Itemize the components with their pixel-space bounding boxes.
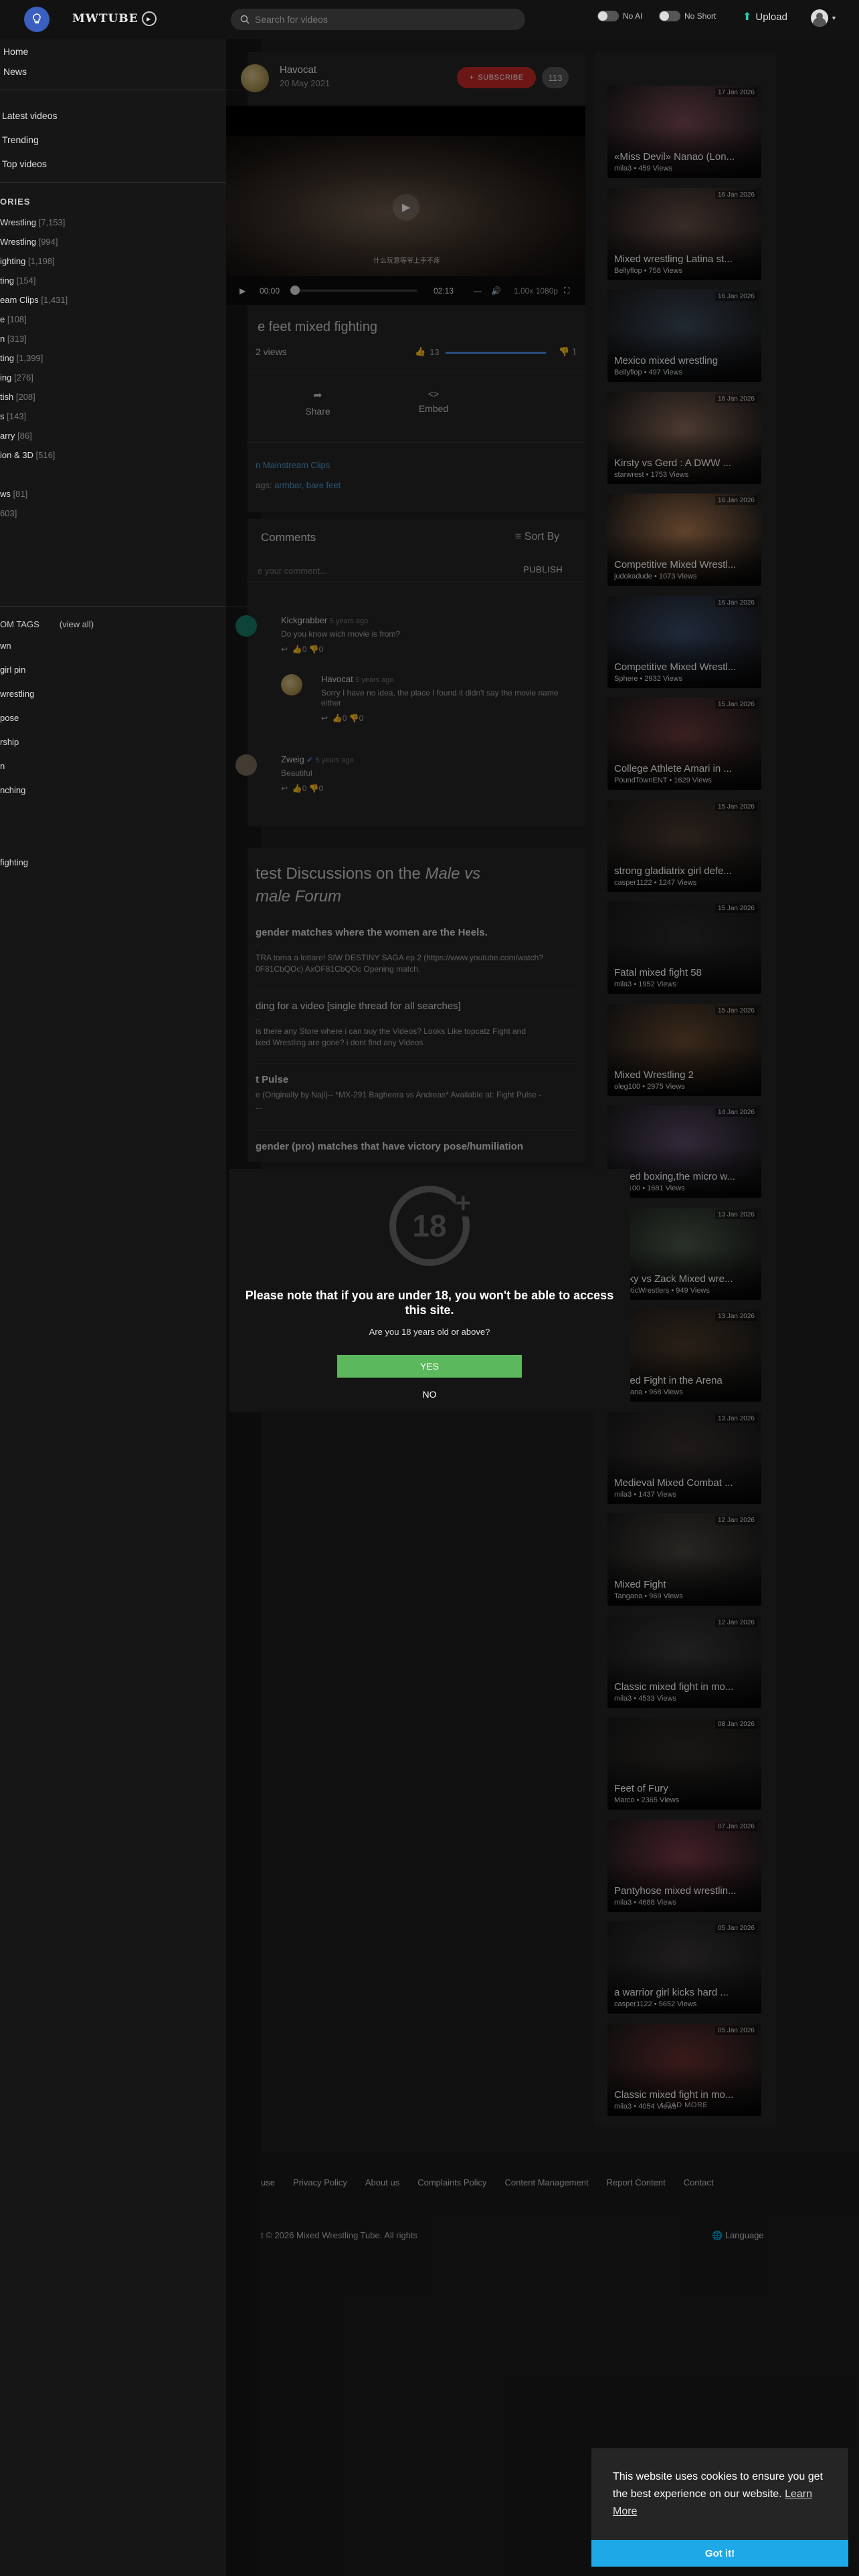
- tags-heading-text: OM TAGS: [0, 619, 39, 629]
- search-icon: [240, 15, 250, 24]
- category-count: [313]: [7, 334, 27, 344]
- category-count: [1,399]: [16, 353, 43, 363]
- category-label: ing: [0, 372, 12, 383]
- age-gate-dialog: 18 + Please note that if you are under 18…: [229, 1169, 630, 1412]
- upload-icon: ⬆: [743, 11, 752, 23]
- logo-play-icon: ▶: [141, 11, 157, 26]
- top-bar: MWTUBE▶ No AI No Short ⬆Upload ▼: [0, 0, 859, 39]
- category-count: [143]: [7, 411, 27, 421]
- sidebar-tag[interactable]: fighting: [0, 857, 28, 867]
- category-label: eam Clips: [0, 295, 39, 305]
- toggle-switch[interactable]: [659, 11, 680, 21]
- age-gate-message: Please note that if you are under 18, yo…: [245, 1289, 614, 1317]
- menu-button[interactable]: [24, 7, 50, 32]
- category-count: [208]: [15, 392, 35, 402]
- search-input[interactable]: [255, 14, 509, 25]
- chevron-down-icon: ▼: [831, 15, 837, 21]
- toggle-label: No AI: [623, 11, 643, 21]
- sidebar-tag[interactable]: nching: [0, 785, 25, 795]
- age-18-badge-icon: 18 +: [389, 1186, 471, 1266]
- sidebar-category[interactable]: eam Clips [1,431]: [0, 295, 68, 305]
- sidebar-category[interactable]: Wrestling [994]: [0, 237, 58, 247]
- sidebar-category[interactable]: arry [86]: [0, 431, 32, 441]
- logo-text: MWTUBE: [72, 12, 138, 25]
- category-count: [86]: [17, 431, 32, 441]
- sidebar-tag[interactable]: pose: [0, 713, 19, 723]
- category-label: ting: [0, 276, 14, 286]
- sidebar-tag[interactable]: wn: [0, 641, 11, 651]
- category-label: e: [0, 314, 5, 324]
- no-short-toggle[interactable]: No Short: [659, 11, 716, 21]
- category-label: arry: [0, 431, 15, 441]
- plus-icon: +: [455, 1188, 471, 1218]
- search-bar[interactable]: [231, 9, 525, 30]
- category-label: ws: [0, 489, 11, 499]
- user-menu[interactable]: ▼: [811, 9, 837, 27]
- sidebar-category[interactable]: ion & 3D [516]: [0, 450, 55, 460]
- category-count: 603]: [0, 508, 17, 518]
- categories-heading: ORIES: [0, 197, 31, 207]
- category-label: n: [0, 334, 5, 344]
- sidebar-category[interactable]: ting [154]: [0, 276, 36, 286]
- sidebar-category[interactable]: ighting [1,198]: [0, 256, 55, 266]
- category-count: [516]: [35, 450, 56, 460]
- upload-label: Upload: [755, 11, 787, 23]
- no-ai-toggle[interactable]: No AI: [597, 11, 642, 21]
- category-count: [154]: [16, 276, 36, 286]
- category-label: Wrestling: [0, 237, 36, 247]
- category-label: tish: [0, 392, 14, 402]
- sidebar-tag[interactable]: rship: [0, 737, 19, 747]
- category-count: [108]: [7, 314, 27, 324]
- sidebar-item-news[interactable]: News: [3, 66, 27, 77]
- view-all-link[interactable]: (view all): [60, 619, 94, 629]
- tags-heading: OM TAGS (view all): [0, 619, 94, 629]
- sidebar-category[interactable]: ting [1,399]: [0, 353, 43, 363]
- age-no-button[interactable]: NO: [337, 1383, 522, 1406]
- divider: [0, 606, 261, 607]
- sidebar: Home News Latest videos Trending Top vid…: [0, 39, 261, 2576]
- sidebar-item-latest[interactable]: Latest videos: [2, 110, 58, 121]
- site-logo[interactable]: MWTUBE ▶: [72, 11, 157, 26]
- sidebar-item-home[interactable]: Home: [3, 46, 28, 57]
- category-count: [994]: [38, 237, 58, 247]
- sidebar-item-top[interactable]: Top videos: [2, 158, 47, 169]
- sidebar-category[interactable]: 603]: [0, 508, 17, 518]
- category-count: [7,153]: [38, 217, 66, 227]
- sidebar-category[interactable]: ing [276]: [0, 372, 33, 383]
- cookie-accept-button[interactable]: Got it!: [591, 2540, 848, 2567]
- sidebar-category[interactable]: n [313]: [0, 334, 27, 344]
- sidebar-tag[interactable]: wrestling: [0, 689, 34, 699]
- category-label: s: [0, 411, 5, 421]
- sidebar-category[interactable]: tish [208]: [0, 392, 35, 402]
- cookie-message: This website uses cookies to ensure you …: [613, 2468, 827, 2520]
- sidebar-tag[interactable]: n: [0, 761, 5, 771]
- toggle-switch[interactable]: [597, 11, 619, 21]
- sidebar-category[interactable]: e [108]: [0, 314, 27, 324]
- sidebar-tag[interactable]: girl pin: [0, 665, 25, 675]
- category-count: [81]: [13, 489, 28, 499]
- lightbulb-icon: [33, 13, 41, 23]
- category-label: ion & 3D: [0, 450, 33, 460]
- age-yes-button[interactable]: YES: [337, 1355, 522, 1378]
- cookie-banner: This website uses cookies to ensure you …: [591, 2448, 848, 2567]
- category-count: [276]: [13, 372, 33, 383]
- toggle-label: No Short: [684, 11, 717, 21]
- sidebar-item-trending[interactable]: Trending: [2, 134, 39, 145]
- age-gate-question: Are you 18 years old or above?: [369, 1327, 490, 1337]
- upload-button[interactable]: ⬆ Upload: [743, 10, 787, 23]
- user-avatar-icon: [811, 9, 828, 27]
- divider: [0, 182, 261, 183]
- category-label: ting: [0, 353, 14, 363]
- category-count: [1,431]: [41, 295, 68, 305]
- category-label: Wrestling: [0, 217, 36, 227]
- sidebar-category[interactable]: Wrestling [7,153]: [0, 217, 65, 227]
- sidebar-category[interactable]: ws [81]: [0, 489, 27, 499]
- age-badge-number: 18: [412, 1208, 447, 1243]
- category-count: [1,198]: [27, 256, 55, 266]
- category-label: ighting: [0, 256, 26, 266]
- sidebar-category[interactable]: s [143]: [0, 411, 26, 421]
